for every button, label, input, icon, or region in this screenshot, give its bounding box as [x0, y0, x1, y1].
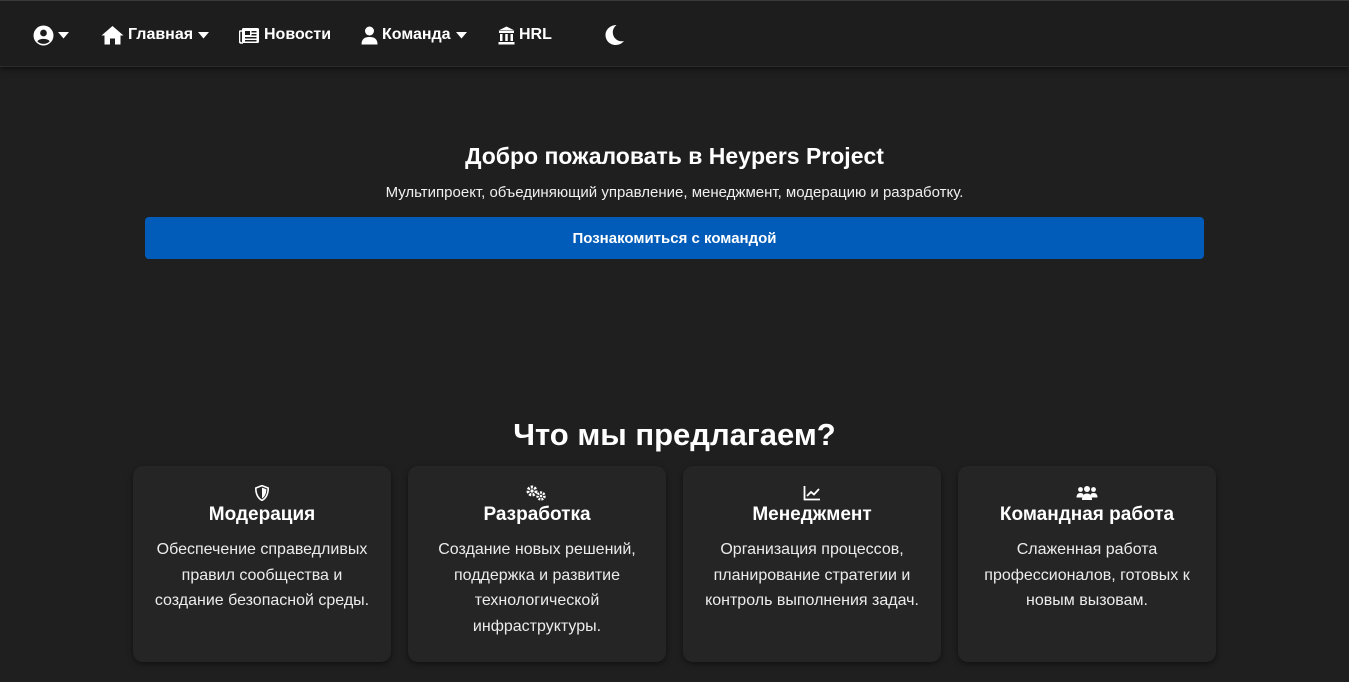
- hero-title: Добро пожаловать в Heypers Project: [465, 143, 884, 169]
- nav-hrl[interactable]: HRL: [498, 23, 552, 47]
- feature-card-title: Разработка: [483, 504, 591, 525]
- feature-card-moderation: Модерация Обеспечение справедливых прави…: [133, 466, 391, 662]
- feature-card-description: Обеспечение справедливых правил сообщест…: [154, 541, 370, 609]
- feature-card-title: Командная работа: [999, 504, 1175, 525]
- building-columns-icon: [498, 26, 515, 44]
- feature-card-description: Слаженная работа профессионалов, готовых…: [984, 541, 1190, 609]
- nav-home[interactable]: Главная: [101, 23, 210, 47]
- gears-icon: [526, 485, 546, 501]
- feature-card-teamwork: Командная работа Слаженная работа профес…: [958, 466, 1216, 662]
- nav-team-label: Команда: [382, 26, 451, 43]
- chevron-down-icon: [58, 31, 69, 38]
- shield-icon: [255, 485, 269, 501]
- nav-team[interactable]: Команда: [361, 23, 467, 47]
- user-menu[interactable]: [33, 23, 69, 47]
- meet-team-button[interactable]: Познакомиться с командой: [145, 217, 1204, 259]
- user-circle-icon: [33, 25, 54, 45]
- feature-card-title: Менеджмент: [752, 504, 872, 525]
- feature-card-management: Менеджмент Организация процессов, планир…: [683, 466, 941, 662]
- theme-toggle[interactable]: [604, 23, 625, 47]
- nav-hrl-label: HRL: [519, 26, 552, 43]
- feature-card-description: Создание новых решений, поддержка и разв…: [438, 541, 636, 635]
- chevron-down-icon: [455, 31, 467, 38]
- feature-card-development: Разработка Создание новых решений, подде…: [408, 466, 666, 662]
- nav-home-label: Главная: [128, 26, 194, 43]
- chevron-down-icon: [198, 31, 210, 38]
- nav-news[interactable]: Новости: [239, 23, 331, 47]
- feature-card-title: Модерация: [208, 504, 316, 525]
- moon-icon: [605, 25, 624, 45]
- hero-subtitle: Мультипроект, объединяющий управление, м…: [385, 184, 964, 201]
- nav-news-label: Новости: [264, 26, 332, 43]
- users-icon: [1076, 486, 1098, 500]
- feature-card-description: Организация процессов, планирование стра…: [705, 541, 919, 609]
- newspaper-icon: [239, 27, 259, 44]
- home-icon: [101, 26, 124, 45]
- top-navbar: Главная Новости Команда HRL: [0, 0, 1349, 67]
- user-icon: [361, 26, 378, 44]
- chart-line-icon: [803, 486, 820, 501]
- section-title: Что мы предлагаем?: [513, 417, 836, 452]
